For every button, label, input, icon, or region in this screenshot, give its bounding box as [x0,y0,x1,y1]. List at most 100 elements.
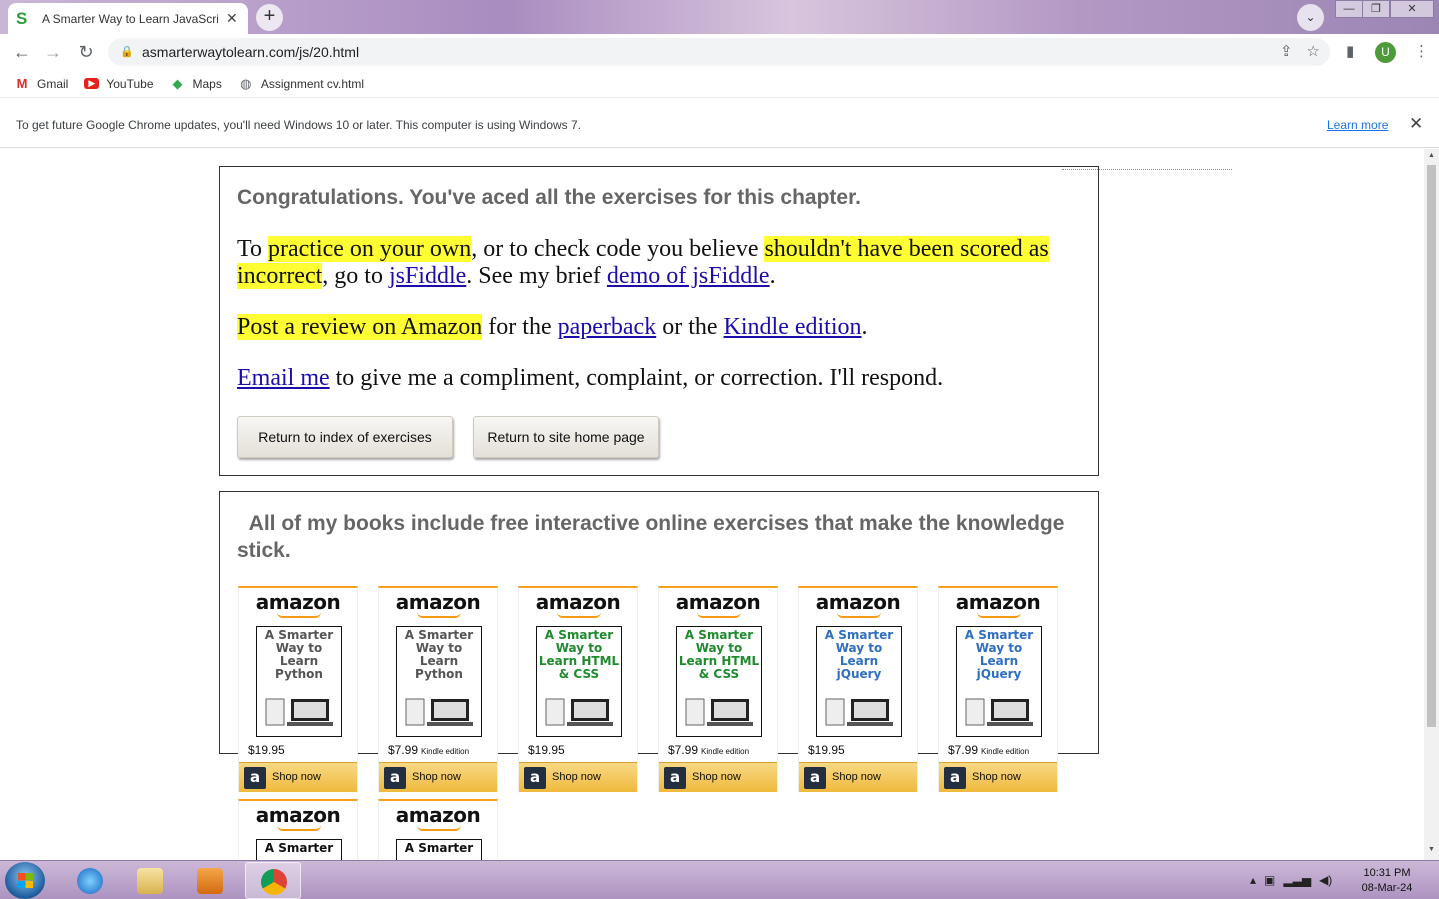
amazon-book-card[interactable]: amazon A Smarter Way to Learn jQuery $7.99… [938,586,1058,793]
taskbar-explorer[interactable] [122,862,178,899]
new-tab-button[interactable]: + [256,4,283,31]
volume-icon[interactable]: ◀) [1319,873,1332,887]
amazon-book-card[interactable]: amazon A Smarter Way to Learn Python $7.99… [378,586,498,793]
book-cover[interactable]: A Smarter [396,839,482,860]
back-icon[interactable]: ← [10,40,34,64]
return-to-home-button[interactable]: Return to site home page [473,416,659,458]
shop-now-button[interactable]: a Shop now [519,762,637,792]
book-cover[interactable]: A Smarter [256,839,342,860]
book-cover[interactable]: A Smarter Way to Learn HTML & CSS [536,626,622,737]
book-cover[interactable]: A Smarter Way to Learn Python [396,626,482,737]
restore-button[interactable]: ❐ [1362,0,1390,18]
bookmark-star-icon[interactable]: ☆ [1307,42,1320,60]
scroll-down-icon[interactable]: ▼ [1427,846,1436,853]
youtube-icon: ▶ [84,78,100,89]
bookmark-label: Maps [192,76,222,91]
book-cover[interactable]: A Smarter Way to Learn jQuery [956,626,1042,737]
site-favicon-icon: S [16,8,28,28]
close-window-button[interactable]: ✕ [1390,0,1434,18]
network-icon[interactable]: ▂▃▅ [1283,873,1311,887]
shop-now-button[interactable]: a Shop now [939,762,1057,792]
close-tab-icon[interactable]: ✕ [226,10,238,27]
learn-more-link[interactable]: Learn more [1327,118,1388,132]
shop-now-label: Shop now [272,771,321,783]
profile-avatar[interactable]: U [1375,42,1396,63]
reload-icon[interactable]: ↻ [74,40,98,64]
kindle-edition-link[interactable]: Kindle edition [724,314,862,340]
scrollbar-thumb[interactable] [1427,165,1436,727]
windows-taskbar: ▴ ▣ ▂▃▅ ◀) 10:31 PM 08-Mar-24 [0,860,1439,899]
page-scrollbar[interactable]: ▲ ▼ [1424,149,1439,860]
maps-icon: ◆ [172,75,183,91]
lock-icon[interactable]: 🔒 [120,46,134,58]
amazon-book-card[interactable]: amazon A Smarter Way to Learn jQuery $19.9… [798,586,918,793]
clock[interactable]: 10:31 PM 08-Mar-24 [1352,866,1422,896]
bookmark-gmail[interactable]: M Gmail [14,76,69,92]
scroll-up-icon[interactable]: ▲ [1427,152,1436,159]
close-icon[interactable]: ✕ [1409,114,1423,134]
bookmark-assignment[interactable]: ◍ Assignment cv.html [238,76,364,92]
amazon-smile-icon [417,612,461,618]
share-icon[interactable]: ⇪ [1280,42,1293,60]
minimize-button[interactable]: — [1335,0,1363,18]
taskbar-media-player[interactable] [182,862,238,899]
start-button[interactable] [5,862,45,899]
highlight-text: Post a review on Amazon [237,314,483,340]
price-value: $7.99 [948,743,979,757]
tab-strip: S A Smarter Way to Learn JavaScript ✕ + … [0,0,1439,34]
book-cover[interactable]: A Smarter Way to Learn jQuery [816,626,902,737]
amazon-logo: amazon [955,590,1041,614]
shop-now-button[interactable]: a Shop now [239,762,357,792]
side-panel-icon[interactable]: ▮ [1346,42,1354,60]
taskbar-chrome[interactable] [245,862,301,899]
usb-icon[interactable]: ▣ [1264,873,1275,887]
show-hidden-icons-icon[interactable]: ▴ [1250,873,1256,887]
tab-title: A Smarter Way to Learn JavaScript [42,11,218,26]
system-tray: ▴ ▣ ▂▃▅ ◀) [1250,873,1332,887]
kindle-edition-label: Kindle edition [981,747,1030,756]
book-price: $7.99 Kindle edition [388,743,469,757]
amazon-logo: amazon [255,590,341,614]
menu-kebab-icon[interactable]: ⋮ [1414,42,1429,60]
text: to give me a compliment, complaint, or c… [329,365,944,391]
shop-now-button[interactable]: a Shop now [799,762,917,792]
jsfiddle-link[interactable]: jsFiddle [389,263,466,289]
amazon-book-card[interactable]: amazon A Smarter Way to Learn HTML & CSS $… [518,586,638,793]
book-price: $19.95 [808,743,848,757]
amazon-a-icon: a [244,767,266,789]
bookmark-maps[interactable]: ◆ Maps [170,76,222,92]
shop-now-button[interactable]: a Shop now [659,762,777,792]
tab-search-button[interactable]: ⌄ [1297,4,1324,31]
paperback-link[interactable]: paperback [558,314,657,340]
amazon-a-icon: a [524,767,546,789]
jsfiddle-demo-link[interactable]: demo of jsFiddle [607,263,770,289]
amazon-a-icon: a [664,767,686,789]
book-price: $19.95 [528,743,568,757]
url-text[interactable]: asmarterwaytolearn.com/js/20.html [142,44,359,60]
amazon-book-card[interactable]: amazon A Smarter Way to Learn Python $19.9… [238,586,358,793]
book-price: $7.99 Kindle edition [948,743,1029,757]
amazon-book-card[interactable]: amazonA SmarteraShop now [238,799,358,860]
taskbar-internet-explorer[interactable] [62,862,118,899]
address-bar[interactable]: 🔒 asmarterwaytolearn.com/js/20.html ⇪ ☆ [108,38,1330,66]
highlight-text: practice on your own [267,236,472,262]
book-cover[interactable]: A Smarter Way to Learn Python [256,626,342,737]
text: . [769,263,776,289]
shop-now-button[interactable]: a Shop now [379,762,497,792]
amazon-logo: amazon [395,590,481,614]
amazon-book-card[interactable]: amazon A Smarter Way to Learn HTML & CSS $… [658,586,778,793]
forward-icon[interactable]: → [41,40,65,64]
amazon-book-card[interactable]: amazonA SmarteraShop now [378,799,498,860]
book-title: A Smarter Way to Learn Python [264,628,334,681]
book-title: A Smarter Way to Learn HTML & CSS [538,628,620,681]
amazon-logo: amazon [395,803,481,827]
page-viewport: Congratulations. You've aced all the exe… [0,149,1424,860]
email-me-link[interactable]: Email me [237,365,330,391]
bookmark-youtube[interactable]: ▶ YouTube [84,77,154,91]
return-to-index-button[interactable]: Return to index of exercises [237,416,453,458]
amazon-smile-icon [697,612,741,618]
book-cover[interactable]: A Smarter Way to Learn HTML & CSS [676,626,762,737]
price-value: $7.99 [388,743,419,757]
browser-tab[interactable]: S A Smarter Way to Learn JavaScript ✕ [8,3,248,34]
device-illustration-icon [685,698,753,726]
